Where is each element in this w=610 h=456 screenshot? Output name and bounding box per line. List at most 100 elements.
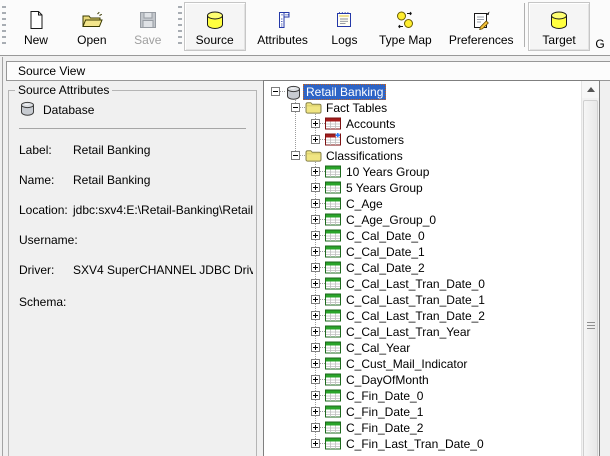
tree-node-label[interactable]: C_Cal_Date_1 <box>343 244 428 260</box>
tree-node-c-cal-date-0[interactable]: C_Cal_Date_0 <box>265 228 583 244</box>
tree-node-label[interactable]: C_Cal_Last_Tran_Date_2 <box>343 308 488 324</box>
tree-node-c-age-group-0[interactable]: C_Age_Group_0 <box>265 212 583 228</box>
toolbar-button-open[interactable]: Open <box>64 2 120 51</box>
toolbar-button-label: Open <box>77 33 106 47</box>
tree-node-c-cal-last-tran-date-1[interactable]: C_Cal_Last_Tran_Date_1 <box>265 292 583 308</box>
tree-expand-plus-box[interactable] <box>311 311 320 320</box>
tree-expand-plus-box[interactable] <box>311 343 320 352</box>
tree-node-10-years-group[interactable]: 10 Years Group <box>265 164 583 180</box>
tree-expand-plus-box[interactable] <box>311 167 320 176</box>
tree-node-label[interactable]: Accounts <box>343 116 398 132</box>
tree-node-5-years-group[interactable]: 5 Years Group <box>265 180 583 196</box>
tree-node-label[interactable]: C_Fin_Last_Tran_Date_0 <box>343 436 487 452</box>
tree-node-label[interactable]: C_Age_Group_0 <box>343 212 439 228</box>
tree-node-label[interactable]: 5 Years Group <box>343 180 426 196</box>
tree-node-c-cal-last-tran-date-2[interactable]: C_Cal_Last_Tran_Date_2 <box>265 308 583 324</box>
table-green-icon <box>325 421 342 435</box>
tree-expand-plus-box[interactable] <box>311 231 320 240</box>
toolbar-gripper[interactable] <box>2 6 6 46</box>
tree-expand-plus-box[interactable] <box>311 183 320 192</box>
toolbar-button-type-map[interactable]: Type Map <box>369 2 441 51</box>
tree-node-accounts[interactable]: Accounts <box>265 116 583 132</box>
tree-expand-minus-box[interactable] <box>291 151 300 160</box>
tree-expand-plus-box[interactable] <box>311 279 320 288</box>
tree-node-label[interactable]: C_Cal_Last_Tran_Date_1 <box>343 292 488 308</box>
field-row-schema: Schema: <box>19 295 253 310</box>
save-floppy-icon <box>138 8 158 32</box>
tree-node-label[interactable]: Classifications <box>323 148 406 164</box>
tree-node-fact-tables[interactable]: Fact Tables <box>265 100 583 116</box>
tree-node-label[interactable]: C_DayOfMonth <box>343 372 432 388</box>
toolbar-button-new[interactable]: New <box>8 2 64 51</box>
tree-node-label[interactable]: Retail Banking <box>303 84 386 100</box>
tree-node-label[interactable]: C_Fin_Date_0 <box>343 388 426 404</box>
toolbar-button-save[interactable]: Save <box>120 2 176 51</box>
toolbar-button-target[interactable]: Target <box>528 2 590 51</box>
tree-expand-plus-box[interactable] <box>311 359 320 368</box>
tree-expand-plus-box[interactable] <box>311 135 320 144</box>
field-value: Retail Banking <box>73 173 150 187</box>
tree-expand-plus-box[interactable] <box>311 327 320 336</box>
tree-node-label[interactable]: C_Fin_Date_1 <box>343 404 426 420</box>
toolbar-button-source[interactable]: Source <box>184 2 246 51</box>
table-green-icon <box>325 181 342 195</box>
tree-node-label[interactable]: C_Cal_Year <box>343 340 413 356</box>
tree-expand-plus-box[interactable] <box>311 119 320 128</box>
scrollbar-thumb[interactable] <box>583 100 598 456</box>
tree-node-classifications[interactable]: Classifications <box>265 148 583 164</box>
tree-expand-plus-box[interactable] <box>311 215 320 224</box>
tree-node-customers[interactable]: Customers <box>265 132 583 148</box>
tree-node-c-cal-date-1[interactable]: C_Cal_Date_1 <box>265 244 583 260</box>
tree-node-c-cal-last-tran-date-0[interactable]: C_Cal_Last_Tran_Date_0 <box>265 276 583 292</box>
field-label: Label: <box>19 143 73 157</box>
table-green-icon <box>325 165 342 179</box>
tree-expand-plus-box[interactable] <box>311 439 320 448</box>
tree-node-label[interactable]: C_Fin_Date_2 <box>343 420 426 436</box>
table-green-icon <box>325 389 342 403</box>
tree-node-c-fin-date-2[interactable]: C_Fin_Date_2 <box>265 420 583 436</box>
tree-node-label[interactable]: C_Age <box>343 196 386 212</box>
tree-expand-plus-box[interactable] <box>311 391 320 400</box>
tree-expand-plus-box[interactable] <box>311 247 320 256</box>
toolbar-gripper[interactable] <box>178 6 182 46</box>
tree-node-c-cal-year[interactable]: C_Cal_Year <box>265 340 583 356</box>
tree-node-c-cal-last-tran-year[interactable]: C_Cal_Last_Tran_Year <box>265 324 583 340</box>
tree-node-c-fin-date-1[interactable]: C_Fin_Date_1 <box>265 404 583 420</box>
scrollbar-up-arrow[interactable] <box>582 81 599 98</box>
toolbar-button-attributes[interactable]: Attributes <box>246 2 320 51</box>
field-label: Schema: <box>19 295 73 309</box>
toolbar-button-logs[interactable]: Logs <box>319 2 369 51</box>
tree-node-label[interactable]: C_Cust_Mail_Indicator <box>343 356 470 372</box>
tree-expand-minus-box[interactable] <box>291 103 300 112</box>
table-red-plus-icon <box>325 133 342 147</box>
tree-expand-plus-box[interactable] <box>311 375 320 384</box>
logs-icon <box>334 8 354 32</box>
source-tree-panel: Retail BankingFact TablesAccountsCustome… <box>263 80 600 456</box>
tree-scrollbar[interactable] <box>581 81 599 456</box>
tree-expand-plus-box[interactable] <box>311 295 320 304</box>
toolbar-button-preferences[interactable]: Preferences <box>441 2 521 51</box>
database-gray-icon <box>19 101 36 119</box>
tree-node-label[interactable]: Customers <box>343 132 407 148</box>
tree-node-label[interactable]: C_Cal_Date_0 <box>343 228 428 244</box>
tree-expand-minus-box[interactable] <box>271 87 280 96</box>
tree-node-c-cal-date-2[interactable]: C_Cal_Date_2 <box>265 260 583 276</box>
tree-node-label[interactable]: C_Cal_Last_Tran_Year <box>343 324 474 340</box>
tree-expand-plus-box[interactable] <box>311 407 320 416</box>
tree-node-c-fin-date-0[interactable]: C_Fin_Date_0 <box>265 388 583 404</box>
tree-node-label[interactable]: Fact Tables <box>323 100 390 116</box>
tree-node-retail-banking[interactable]: Retail Banking <box>265 84 583 100</box>
tree-expand-plus-box[interactable] <box>311 263 320 272</box>
groupbox-legend: Source Attributes <box>15 83 112 97</box>
tree-node-c-age[interactable]: C_Age <box>265 196 583 212</box>
tree-node-label[interactable]: 10 Years Group <box>343 164 432 180</box>
tree-node-c-cust-mail-indicator[interactable]: C_Cust_Mail_Indicator <box>265 356 583 372</box>
tree-node-label[interactable]: C_Cal_Last_Tran_Date_0 <box>343 276 488 292</box>
tree-expand-plus-box[interactable] <box>311 423 320 432</box>
tree-node-label[interactable]: C_Cal_Date_2 <box>343 260 428 276</box>
tree-node-c-fin-last-tran-date-0[interactable]: C_Fin_Last_Tran_Date_0 <box>265 436 583 452</box>
toolbar-button-label: Target <box>542 33 575 47</box>
tree-node-c-dayofmonth[interactable]: C_DayOfMonth <box>265 372 583 388</box>
tree-expand-plus-box[interactable] <box>311 199 320 208</box>
toolbar-button-g[interactable]: G <box>590 2 610 51</box>
